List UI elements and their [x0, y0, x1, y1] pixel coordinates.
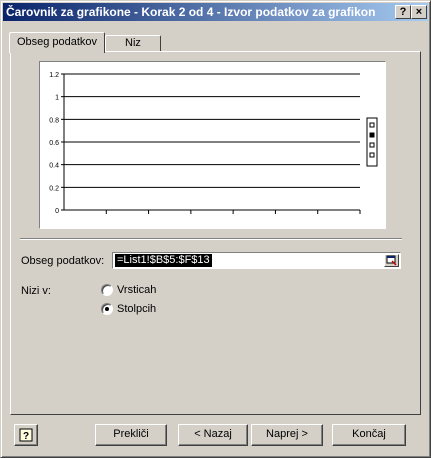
chart-svg: 1.2 1 0.8 0.6 0.4 0.2 0 — [49, 72, 378, 215]
y-tick-label: 0 — [55, 208, 59, 215]
legend-marker — [369, 152, 375, 158]
data-range-label: Obseg podatkov: — [21, 255, 105, 267]
chart-preview: 1.2 1 0.8 0.6 0.4 0.2 0 — [39, 61, 386, 229]
help-button[interactable]: ? — [395, 5, 411, 19]
tab-series[interactable]: Niz — [105, 35, 161, 51]
window-title: Čarovnik za grafikone - Korak 2 od 4 - I… — [6, 5, 376, 19]
y-tick-label: 0.4 — [49, 163, 59, 170]
series-in-label: Nizi v: — [21, 285, 51, 297]
help-icon: ? — [19, 428, 33, 442]
y-tick-label: 1 — [55, 95, 59, 102]
next-button[interactable]: Naprej > — [251, 424, 323, 446]
radio-columns-label[interactable]: Stolpcih — [117, 303, 156, 315]
cancel-button[interactable]: Prekliči — [95, 424, 167, 446]
y-tick-label: 0.6 — [49, 140, 59, 147]
y-tick-label: 0.8 — [49, 117, 59, 124]
help-assistant-button[interactable]: ? — [14, 424, 38, 446]
radio-rows[interactable] — [101, 284, 113, 296]
back-button[interactable]: < Nazaj — [178, 424, 248, 446]
tab-data-range[interactable]: Obseg podatkov — [9, 32, 105, 53]
chart-wizard-dialog: Čarovnik za grafikone - Korak 2 od 4 - I… — [0, 0, 431, 458]
finish-button[interactable]: Končaj — [332, 424, 406, 446]
collapse-dialog-button[interactable] — [384, 254, 399, 267]
legend-marker — [369, 122, 375, 128]
title-bar[interactable]: Čarovnik za grafikone - Korak 2 od 4 - I… — [3, 3, 428, 21]
radio-selected-dot — [105, 307, 109, 311]
tab-series-label: Niz — [125, 37, 141, 49]
legend-marker — [369, 142, 375, 148]
radio-rows-label[interactable]: Vrsticah — [117, 284, 156, 296]
tab-data-range-label: Obseg podatkov — [16, 36, 98, 48]
radio-columns[interactable] — [101, 303, 113, 315]
y-tick-label: 1.2 — [49, 72, 59, 79]
data-range-input[interactable]: =List1!$B$5:$F$13 — [112, 252, 401, 269]
legend-marker — [369, 132, 375, 138]
close-button[interactable]: × — [411, 5, 427, 19]
svg-text:?: ? — [23, 431, 29, 442]
data-range-value: =List1!$B$5:$F$13 — [115, 254, 212, 267]
range-select-icon — [386, 255, 397, 266]
y-tick-label: 0.2 — [49, 185, 59, 192]
separator — [20, 238, 402, 240]
